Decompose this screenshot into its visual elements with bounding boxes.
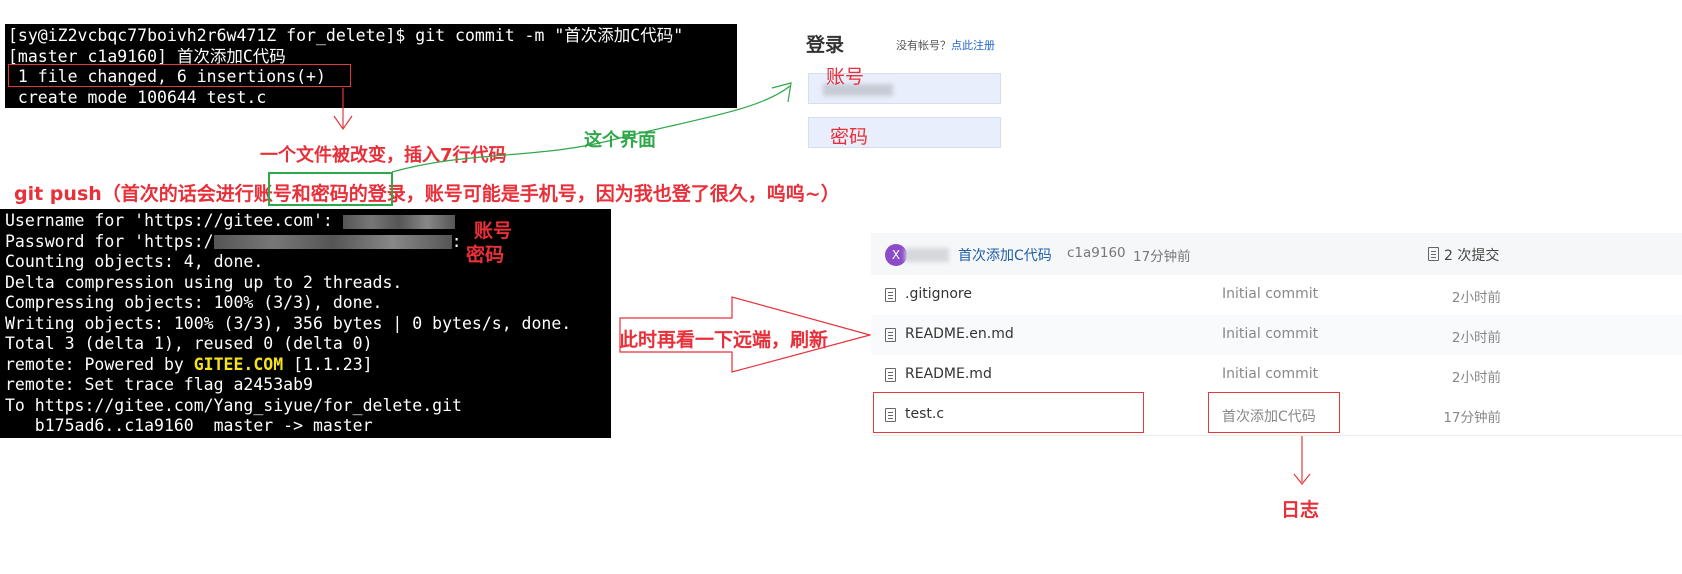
file-time: 2小时前 xyxy=(1451,290,1501,306)
file-last-commit[interactable]: Initial commit xyxy=(1222,366,1318,382)
register-link[interactable]: 点此注册 xyxy=(951,39,995,52)
highlight-test-c xyxy=(873,392,1144,433)
file-name[interactable]: README.en.md xyxy=(905,326,1014,342)
redacted-author xyxy=(905,248,949,262)
login-title: 登录 xyxy=(806,34,845,56)
green-curve-arrow xyxy=(391,85,791,173)
file-time: 2小时前 xyxy=(1451,330,1501,346)
file-icon xyxy=(885,288,896,302)
file-time: 2小时前 xyxy=(1451,370,1501,386)
file-icon xyxy=(885,328,896,342)
file-last-commit[interactable]: Initial commit xyxy=(1222,286,1318,302)
file-name[interactable]: README.md xyxy=(905,366,992,382)
commit-history-icon xyxy=(1428,247,1439,261)
login-account-label: 账号 xyxy=(826,66,865,88)
latest-commit-hash[interactable]: c1a9160 xyxy=(1067,245,1126,261)
file-name[interactable]: .gitignore xyxy=(905,286,972,302)
file-time: 17分钟前 xyxy=(1443,410,1501,426)
login-hint-text: 没有帐号？ xyxy=(896,39,951,52)
commit-count[interactable]: 2 次提交 xyxy=(1428,245,1499,265)
latest-commit-message[interactable]: 首次添加C代码 xyxy=(958,245,1052,265)
annotation-log: 日志 xyxy=(1281,499,1320,521)
file-row[interactable]: README.md Initial commit 2小时前 xyxy=(871,355,1682,396)
latest-commit-bar: X 首次添加C代码 c1a9160 17分钟前 2 次提交 xyxy=(871,233,1682,276)
file-icon xyxy=(885,368,896,382)
annotation-look-remote: 此时再看一下远端，刷新 xyxy=(619,329,829,351)
commit-count-label: 2 次提交 xyxy=(1444,248,1500,264)
login-password-label: 密码 xyxy=(830,126,869,148)
author-avatar[interactable]: X xyxy=(885,244,907,266)
login-hint: 没有帐号？点此注册 xyxy=(896,37,995,53)
highlight-commit-message xyxy=(1208,392,1340,433)
file-row[interactable]: .gitignore Initial commit 2小时前 xyxy=(871,275,1682,316)
file-last-commit[interactable]: Initial commit xyxy=(1222,326,1318,342)
latest-commit-time: 17分钟前 xyxy=(1133,249,1191,265)
file-row[interactable]: README.en.md Initial commit 2小时前 xyxy=(871,315,1682,356)
